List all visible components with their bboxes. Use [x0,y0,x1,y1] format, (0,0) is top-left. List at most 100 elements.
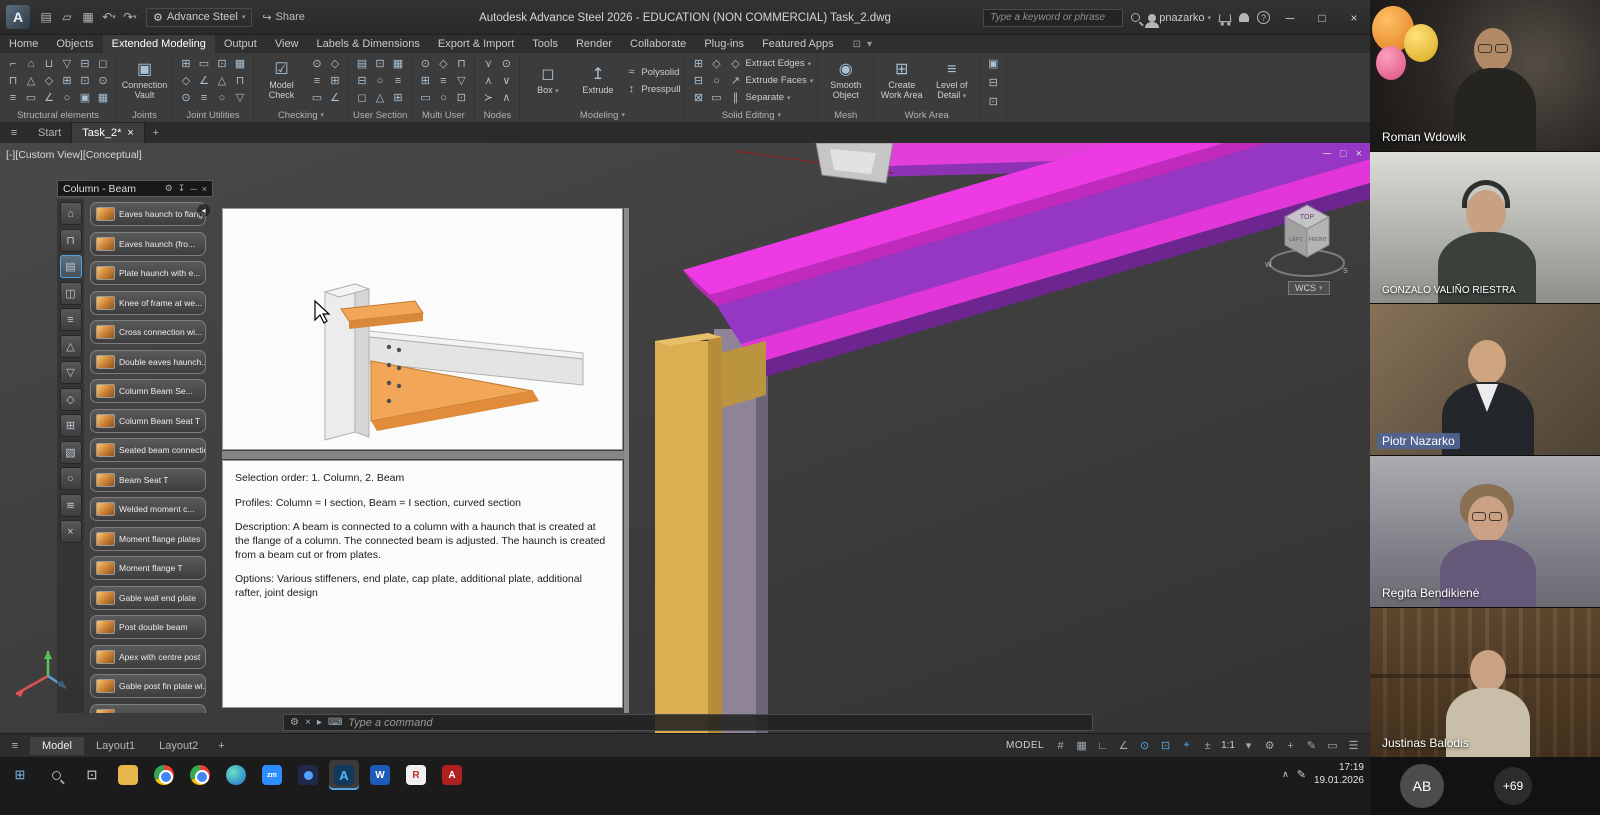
category-icon[interactable]: ≋ [60,494,82,517]
store-cart-icon[interactable] [1219,14,1232,22]
minimize-icon[interactable]: ─ [1274,0,1306,35]
minimize-icon[interactable]: ─ [190,184,196,194]
command-input[interactable] [348,717,1086,729]
ribbon-icon[interactable]: ⊞ [177,55,195,72]
file-explorer-icon[interactable] [113,760,143,790]
category-icon[interactable]: ▽ [60,361,82,384]
ribbon-icon[interactable]: ⊡ [452,89,470,106]
category-icon-selected[interactable]: ▤ [60,255,82,278]
ribbon-icon[interactable]: ◇ [40,72,58,89]
close-tab-icon[interactable]: × [127,127,133,139]
ribbon-icon[interactable]: ▭ [416,89,434,106]
smooth-object-button[interactable]: ◉ Smooth Object [822,60,869,101]
isolate-icon[interactable]: ▭ [1322,739,1343,752]
list-item[interactable]: Gable post fin plate wi... [90,674,206,698]
tab-collaborate[interactable]: Collaborate [621,35,695,53]
ribbon-icon[interactable]: ○ [434,89,452,106]
tab-extended-modeling[interactable]: Extended Modeling [103,35,215,53]
taskbar-clock[interactable]: 17:19 19.01.2026 [1314,762,1364,787]
new-layout-icon[interactable]: + [210,740,232,752]
chevron-down-icon[interactable]: ▾ [778,111,782,119]
ribbon-icon[interactable]: ⊟ [353,72,371,89]
undo-icon[interactable]: ↶▾ [99,6,119,28]
category-icon[interactable]: ≡ [60,308,82,331]
list-item[interactable]: Moment flange T [90,556,206,580]
acrobat-icon[interactable]: A [437,760,467,790]
ribbon-icon[interactable]: ⊔ [40,55,58,72]
share-button[interactable]: ↪ Share [262,11,305,24]
ribbon-icon[interactable]: ∨ [497,72,515,89]
ribbon-icon[interactable]: ▭ [707,89,725,106]
account-button[interactable]: pnazarko ▾ [1148,12,1211,24]
app-logo-icon[interactable]: A [6,5,30,29]
annotation-scale[interactable]: 1:1 [1218,740,1238,751]
ribbon-icon[interactable]: ▦ [231,55,249,72]
layout-tab-layout2[interactable]: Layout2 [147,737,210,755]
teams-icon[interactable] [293,760,323,790]
create-work-area-button[interactable]: ⊞ Create Work Area [878,60,925,101]
r-app-icon[interactable]: R [401,760,431,790]
annotation-monitor-icon[interactable]: + [1280,740,1301,752]
ribbon-icon[interactable]: ∠ [326,89,344,106]
tab-tools[interactable]: Tools [523,35,567,53]
clipboard-icon[interactable]: ⊡ [984,93,1002,110]
category-icon[interactable]: ▧ [60,441,82,464]
viewport[interactable]: [-][Custom View][Conceptual] ─ □ × TOP L… [0,143,1370,733]
list-item[interactable]: Eaves haunch to flange [90,202,206,226]
participant-tile[interactable]: Roman Wdowik [1370,0,1600,151]
chevron-down-icon[interactable]: ▾ [1238,739,1259,752]
ribbon-icon[interactable]: ◇ [707,55,725,72]
more-participants-badge[interactable]: +69 [1494,767,1532,805]
panel-splitter[interactable] [222,451,625,459]
ribbon-icon[interactable]: ◇ [326,55,344,72]
ribbon-icon[interactable]: ○ [213,89,231,106]
tab-labels-dimensions[interactable]: Labels & Dimensions [308,35,429,53]
polysolid-button[interactable]: ≈Polysolid [624,64,680,80]
grid-icon[interactable]: # [1050,740,1071,752]
ribbon-icon[interactable]: ⊞ [326,72,344,89]
list-item[interactable]: Double eaves haunch... [90,350,206,374]
list-item[interactable]: Beam Seat T [90,468,206,492]
list-item[interactable]: Gable wall end plate [90,586,206,610]
ribbon-icon[interactable]: ≻ [479,89,497,106]
ribbon-icon[interactable]: ⊓ [4,72,22,89]
ribbon-icon[interactable]: ≡ [308,72,326,89]
ribbon-icon[interactable]: ⊡ [371,55,389,72]
clipboard-icon[interactable]: ⊟ [984,74,1002,91]
pin-icon[interactable]: ↧ [178,183,186,194]
ribbon-icon[interactable]: ◇ [177,72,195,89]
close-icon[interactable]: × [1356,148,1362,160]
redo-icon[interactable]: ↷▾ [120,6,140,28]
restore-icon[interactable]: □ [1306,0,1338,35]
ribbon-icon[interactable]: ▤ [353,55,371,72]
ribbon-icon[interactable]: ⊞ [689,55,707,72]
advance-steel-taskbar-icon[interactable]: A [329,760,359,790]
ribbon-icon[interactable]: ○ [371,72,389,89]
layout-tab-model[interactable]: Model [30,737,84,755]
panel-splitter-vertical[interactable] [624,208,629,713]
pen-icon[interactable]: ✎ [1297,768,1306,781]
chrome-icon[interactable] [149,760,179,790]
close-icon[interactable]: × [202,184,207,194]
notifications-bell-icon[interactable] [1239,13,1249,22]
hamburger-icon[interactable]: ≡ [0,123,28,143]
viewcube[interactable]: TOP LEFT FRONT W S [1263,191,1351,291]
workspace-gear-icon[interactable]: ⚙ [1259,739,1280,752]
ribbon-icon[interactable]: ⊞ [58,72,76,89]
restore-icon[interactable]: □ [1340,148,1347,160]
ribbon-icon[interactable]: ▭ [22,89,40,106]
chevron-down-icon[interactable]: ▾ [321,111,325,119]
participant-tile[interactable]: Justinas Balodis [1370,608,1600,757]
ribbon-icon[interactable]: ⊡ [76,72,94,89]
category-icon[interactable]: ◫ [60,282,82,305]
list-item[interactable]: Plate haunch with e... [90,261,206,285]
minimize-icon[interactable]: ─ [1323,148,1331,160]
list-item[interactable]: Gable post fin pla... [90,704,206,714]
ribbon-icon[interactable]: ◻ [94,55,112,72]
list-item[interactable]: Moment flange plates [90,527,206,551]
ribbon-icon[interactable]: ⊙ [308,55,326,72]
ribbon-icon[interactable]: ⊓ [452,55,470,72]
ribbon-icon[interactable]: ⌐ [4,55,22,72]
level-of-detail-button[interactable]: ≡ Level of Detail ▾ [928,60,975,101]
ribbon-icon[interactable]: ⌂ [22,55,40,72]
